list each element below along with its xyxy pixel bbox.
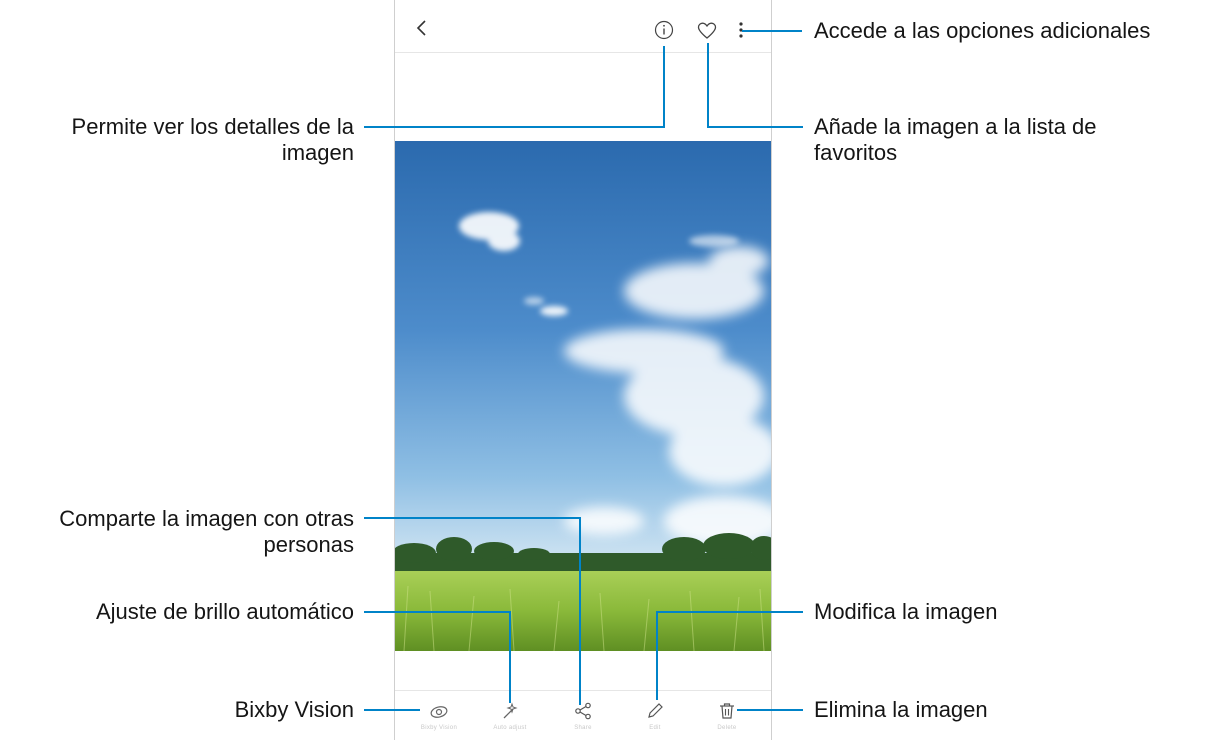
callout-favorites-line1: Añade la imagen a la lista de	[814, 114, 1097, 139]
auto-adjust-label: Auto adjust	[493, 725, 527, 731]
callout-favorites-line2: favoritos	[814, 140, 898, 165]
callout-details: Permite ver los detalles de la imagen	[0, 114, 354, 166]
bixby-vision-icon	[430, 706, 448, 718]
callout-brightness: Ajuste de brillo automático	[95, 599, 354, 624]
auto-adjust-icon	[503, 702, 518, 719]
bixby-vision-label: Bixby Vision	[420, 725, 458, 731]
bottom-action-bar: Bixby Vision Auto adjust Share Edit Dele…	[394, 690, 772, 741]
callout-details-line1: Permite ver los detalles de la	[71, 114, 354, 139]
top-toolbar	[394, 0, 772, 53]
share-label: Share	[574, 725, 592, 731]
callout-delete: Elimina la imagen	[814, 697, 988, 722]
share-button[interactable]: Share	[553, 697, 613, 737]
callout-edit: Modifica la imagen	[814, 599, 998, 624]
callout-more-options: Accede a las opciones adicionales	[814, 18, 1151, 43]
edit-label: Edit	[649, 725, 661, 731]
phone-edge-left	[394, 0, 395, 740]
back-icon[interactable]	[414, 18, 430, 38]
info-icon[interactable]	[654, 20, 674, 40]
bixby-vision-button[interactable]: Bixby Vision	[409, 697, 469, 737]
heart-icon[interactable]	[697, 22, 717, 40]
share-icon	[575, 702, 591, 720]
callout-bixby: Bixby Vision	[234, 697, 354, 722]
landscape-photo[interactable]	[394, 141, 772, 651]
callout-share: Comparte la imagen con otras personas	[0, 506, 354, 558]
more-options-icon[interactable]	[737, 20, 745, 40]
phone-edge-right	[771, 0, 772, 740]
delete-icon	[720, 703, 734, 719]
callout-share-line2: personas	[263, 532, 354, 557]
auto-adjust-button[interactable]: Auto adjust	[480, 697, 540, 737]
edit-button[interactable]: Edit	[625, 697, 685, 737]
callout-details-line2: imagen	[281, 140, 354, 165]
edit-icon	[648, 703, 663, 718]
gallery-viewer-screen: Bixby Vision Auto adjust Share Edit Dele…	[394, 0, 772, 740]
callout-share-line1: Comparte la imagen con otras	[59, 506, 354, 531]
delete-label: Delete	[717, 725, 737, 731]
callout-favorites: Añade la imagen a la lista de favoritos	[814, 114, 1097, 166]
delete-button[interactable]: Delete	[697, 697, 757, 737]
